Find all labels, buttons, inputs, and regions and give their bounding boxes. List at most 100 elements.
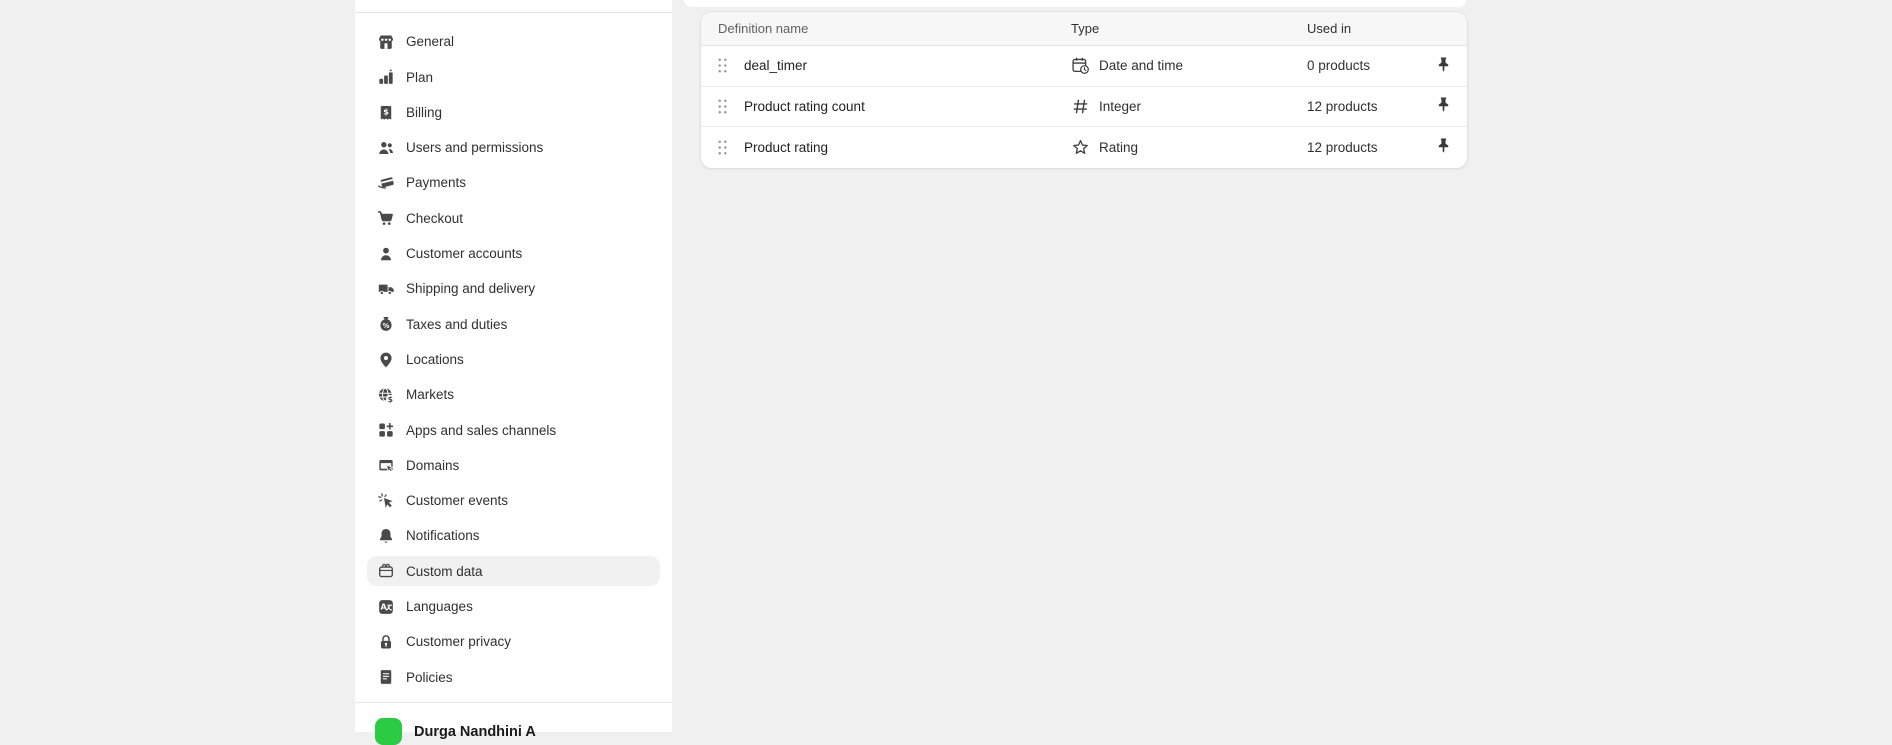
type-label: Date and time bbox=[1099, 58, 1183, 73]
sidebar-item-label: Notifications bbox=[406, 529, 480, 543]
definition-name: Product rating count bbox=[744, 99, 865, 114]
sidebar-item-label: Billing bbox=[406, 106, 442, 120]
payments-card-icon bbox=[377, 174, 395, 192]
definition-name-cell: Product rating count bbox=[701, 98, 1071, 115]
pin-toggle-button[interactable] bbox=[1433, 135, 1454, 159]
store-icon bbox=[377, 33, 395, 51]
shipping-truck-icon bbox=[377, 280, 395, 298]
table-header: Definition name Type Used in bbox=[701, 12, 1467, 46]
markets-globe-icon: $ bbox=[377, 386, 395, 404]
users-icon bbox=[377, 139, 395, 157]
sidebar-item-customer-privacy[interactable]: Customer privacy bbox=[367, 627, 660, 657]
table-row[interactable]: Product rating Rating 12 products bbox=[701, 127, 1467, 168]
sidebar-item-taxes-and-duties[interactable]: % Taxes and duties bbox=[367, 309, 660, 339]
apps-grid-icon bbox=[377, 421, 395, 439]
sidebar-item-payments[interactable]: Payments bbox=[367, 168, 660, 198]
pin-toggle-button[interactable] bbox=[1433, 94, 1454, 118]
pin-cell bbox=[1423, 135, 1467, 159]
sidebar-item-shipping-and-delivery[interactable]: Shipping and delivery bbox=[367, 274, 660, 304]
column-header-type: Type bbox=[1071, 21, 1307, 36]
store-switcher[interactable]: Durga Nandhini A bbox=[355, 702, 672, 745]
type-cell: Rating bbox=[1071, 138, 1307, 157]
svg-text:%: % bbox=[383, 322, 390, 330]
sidebar-item-label: Locations bbox=[406, 353, 464, 367]
policies-document-icon bbox=[377, 668, 395, 686]
sidebar-top-divider bbox=[355, 0, 672, 13]
sidebar-item-checkout[interactable]: Checkout bbox=[367, 203, 660, 233]
definition-name-cell: deal_timer bbox=[701, 57, 1071, 74]
sidebar-item-label: Taxes and duties bbox=[406, 318, 507, 332]
sidebar-item-label: Customer accounts bbox=[406, 247, 522, 261]
sidebar-item-label: Markets bbox=[406, 388, 454, 402]
notification-bell-icon bbox=[377, 527, 395, 545]
sidebar-item-billing[interactable]: $ Billing bbox=[367, 98, 660, 128]
svg-text:$: $ bbox=[388, 395, 393, 404]
scrolled-card-remnant bbox=[684, 0, 1466, 7]
customer-person-icon bbox=[377, 245, 395, 263]
sidebar-item-policies[interactable]: Policies bbox=[367, 662, 660, 692]
plan-chart-icon bbox=[377, 68, 395, 86]
sidebar-item-label: Domains bbox=[406, 459, 459, 473]
pin-icon bbox=[1435, 137, 1452, 157]
sidebar-item-general[interactable]: General bbox=[367, 27, 660, 57]
used-in-count: 12 products bbox=[1307, 99, 1423, 114]
drag-handle-icon[interactable] bbox=[717, 98, 728, 115]
settings-nav: General Plan $ Billing Users and permissions… bbox=[355, 13, 672, 692]
type-label: Rating bbox=[1099, 140, 1138, 155]
custom-data-icon bbox=[377, 562, 395, 580]
sidebar-item-custom-data[interactable]: Custom data bbox=[367, 556, 660, 586]
sidebar-item-label: Payments bbox=[406, 176, 466, 190]
domains-window-icon bbox=[377, 457, 395, 475]
sidebar-item-apps-and-sales-channels[interactable]: Apps and sales channels bbox=[367, 415, 660, 445]
star-icon bbox=[1071, 138, 1090, 157]
sidebar-item-plan[interactable]: Plan bbox=[367, 62, 660, 92]
pin-toggle-button[interactable] bbox=[1433, 54, 1454, 78]
type-cell: Date and time bbox=[1071, 56, 1307, 75]
pin-cell bbox=[1423, 54, 1467, 78]
taxes-bag-icon: % bbox=[377, 315, 395, 333]
table-row[interactable]: deal_timer Date and time 0 products bbox=[701, 46, 1467, 87]
sidebar-item-label: Checkout bbox=[406, 212, 463, 226]
sidebar-item-locations[interactable]: Locations bbox=[367, 345, 660, 375]
sidebar-item-label: Policies bbox=[406, 671, 453, 685]
table-body: deal_timer Date and time 0 products Product… bbox=[701, 46, 1467, 168]
sidebar-item-label: Users and permissions bbox=[406, 141, 543, 155]
location-pin-icon bbox=[377, 351, 395, 369]
sidebar-item-label: Shipping and delivery bbox=[406, 282, 535, 296]
sidebar-item-label: Languages bbox=[406, 600, 473, 614]
sidebar-item-domains[interactable]: Domains bbox=[367, 451, 660, 481]
settings-sidebar: General Plan $ Billing Users and permissions… bbox=[355, 0, 672, 732]
sidebar-item-notifications[interactable]: Notifications bbox=[367, 521, 660, 551]
sidebar-item-users-and-permissions[interactable]: Users and permissions bbox=[367, 133, 660, 163]
hash-icon bbox=[1071, 97, 1090, 116]
sidebar-item-customer-events[interactable]: Customer events bbox=[367, 486, 660, 516]
sidebar-item-label: Apps and sales channels bbox=[406, 424, 556, 438]
billing-receipt-icon: $ bbox=[377, 104, 395, 122]
sidebar-item-label: Customer events bbox=[406, 494, 508, 508]
drag-handle-icon[interactable] bbox=[717, 57, 728, 74]
checkout-cart-icon bbox=[377, 209, 395, 227]
privacy-lock-icon bbox=[377, 633, 395, 651]
type-cell: Integer bbox=[1071, 97, 1307, 116]
page-root: { "colors": { "page_background": "#f0f0f… bbox=[0, 0, 1892, 732]
metafield-definitions-table: Definition name Type Used in deal_timer D… bbox=[700, 11, 1468, 169]
pin-cell bbox=[1423, 94, 1467, 118]
sidebar-item-label: Plan bbox=[406, 71, 433, 85]
sidebar-item-label: Customer privacy bbox=[406, 635, 511, 649]
pin-icon bbox=[1435, 96, 1452, 116]
used-in-count: 12 products bbox=[1307, 140, 1423, 155]
definition-name: Product rating bbox=[744, 140, 828, 155]
sidebar-item-customer-accounts[interactable]: Customer accounts bbox=[367, 239, 660, 269]
sidebar-item-markets[interactable]: $ Markets bbox=[367, 380, 660, 410]
calendar-clock-icon bbox=[1071, 56, 1090, 75]
sidebar-item-languages[interactable]: ALanguages bbox=[367, 592, 660, 622]
definition-name-cell: Product rating bbox=[701, 139, 1071, 156]
table-row[interactable]: Product rating count Integer 12 products bbox=[701, 87, 1467, 128]
type-label: Integer bbox=[1099, 99, 1141, 114]
svg-text:$: $ bbox=[383, 106, 389, 116]
column-header-definition-name: Definition name bbox=[701, 21, 1071, 36]
definition-name: deal_timer bbox=[744, 58, 807, 73]
used-in-count: 0 products bbox=[1307, 58, 1423, 73]
sidebar-item-label: General bbox=[406, 35, 454, 49]
drag-handle-icon[interactable] bbox=[717, 139, 728, 156]
